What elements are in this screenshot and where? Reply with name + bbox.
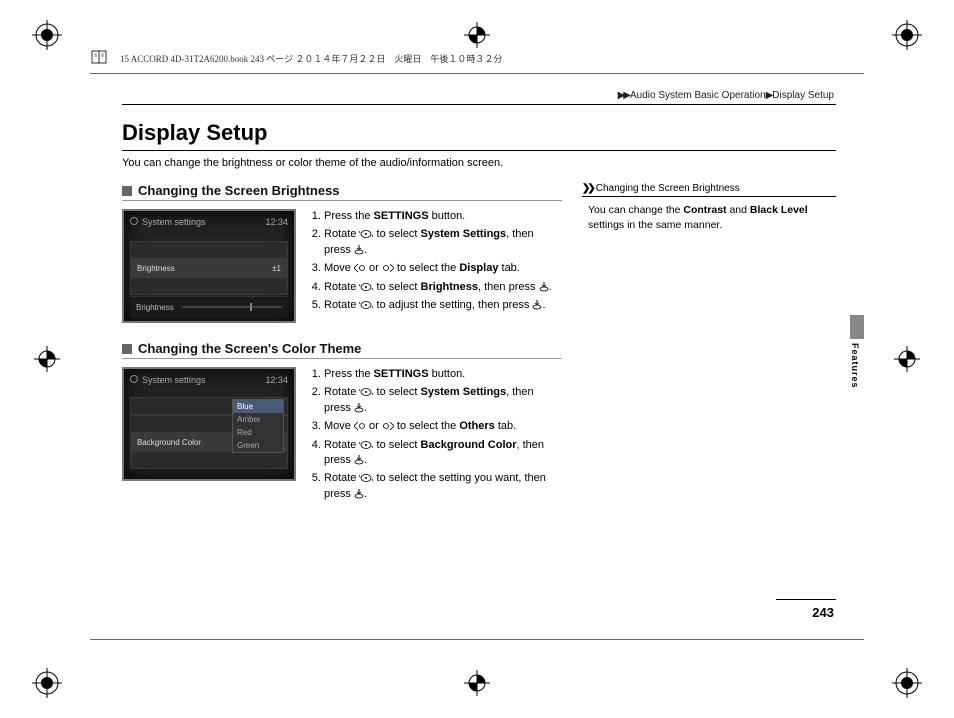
breadcrumb: ▶▶Audio System Basic Operation▶Display S… <box>618 90 834 101</box>
sidenote-heading-text: Changing the Screen Brightness <box>596 183 740 194</box>
rotate-dial-icon <box>359 473 373 483</box>
square-bullet-icon <box>122 344 132 354</box>
rotate-dial-icon <box>359 282 373 292</box>
title-rule <box>122 150 836 151</box>
crop-mark <box>32 344 62 374</box>
step-item: Rotate to select the setting you want, t… <box>324 471 562 502</box>
page-number-rule <box>776 599 836 600</box>
popup-option: Green <box>233 439 283 452</box>
crop-mark <box>892 20 922 50</box>
breadcrumb-rule <box>122 104 836 105</box>
chevron-right-icon: ▶▶ <box>618 90 629 101</box>
crop-mark <box>892 344 922 374</box>
screen-title: System settings <box>142 375 206 385</box>
square-bullet-icon <box>122 186 132 196</box>
popup-option: Red <box>233 426 283 439</box>
press-dial-icon <box>354 403 364 413</box>
step-item: Press the SETTINGS button. <box>324 209 562 224</box>
rotate-dial-icon <box>359 300 373 310</box>
screen-popup: Blue Amber Red Green <box>232 399 284 453</box>
page-number: 243 <box>812 605 834 620</box>
press-dial-icon <box>532 300 542 310</box>
steps-brightness: Press the SETTINGS button. Rotate to sel… <box>308 209 562 323</box>
step-item: Rotate to select Background Color, then … <box>324 438 562 469</box>
popup-option: Blue <box>233 400 283 413</box>
intro-text: You can change the brightness or color t… <box>122 157 836 169</box>
step-item: Rotate to select System Settings, then p… <box>324 227 562 258</box>
screen-row <box>130 451 288 469</box>
screen-title: System settings <box>142 217 206 227</box>
step-item: Move or to select the Display tab. <box>324 261 562 276</box>
step-item: Rotate to select Brightness, then press … <box>324 280 562 295</box>
crop-mark <box>892 668 922 698</box>
screen-row <box>130 241 288 259</box>
press-dial-icon <box>539 282 549 292</box>
crop-mark <box>32 20 62 50</box>
screen-footer: Brightness <box>130 296 288 317</box>
rotate-dial-icon <box>359 387 373 397</box>
page-title: Display Setup <box>122 120 836 146</box>
bottom-rule <box>90 639 864 640</box>
screen-clock: 12:34 <box>265 375 288 385</box>
screenshot-brightness: System settings 12:34 Brightness±1 Bright… <box>122 209 296 323</box>
crop-mark <box>462 668 492 698</box>
rotate-dial-icon <box>359 440 373 450</box>
move-left-icon <box>354 422 366 430</box>
print-header: 15 ACCORD 4D-31T2A6200.book 243 ページ ２０１４… <box>120 52 502 65</box>
sidenote-body: You can change the Contrast and Black Le… <box>582 203 836 232</box>
move-right-icon <box>382 264 394 272</box>
section-tab: Features <box>850 315 864 375</box>
move-right-icon <box>382 422 394 430</box>
popup-option: Amber <box>233 413 283 426</box>
rotate-dial-icon <box>359 229 373 239</box>
crop-mark <box>32 668 62 698</box>
screen-row <box>130 277 288 295</box>
step-item: Move or to select the Others tab. <box>324 419 562 434</box>
press-dial-icon <box>354 489 364 499</box>
step-item: Rotate to adjust the setting, then press… <box>324 298 562 313</box>
steps-color: Press the SETTINGS button. Rotate to sel… <box>308 367 562 505</box>
breadcrumb-section: Audio System Basic Operation <box>630 90 766 101</box>
double-chevron-icon: ❯❯ <box>582 183 593 194</box>
top-rule <box>90 73 864 74</box>
move-left-icon <box>354 264 366 272</box>
chevron-right-icon: ▶ <box>766 90 772 101</box>
step-item: Rotate to select System Settings, then p… <box>324 385 562 416</box>
screenshot-color: System settings12:34 Background Color Bl… <box>122 367 296 481</box>
tab-bar <box>850 315 864 339</box>
press-dial-icon <box>354 245 364 255</box>
section-heading-color: Changing the Screen's Color Theme <box>122 341 562 359</box>
sidenote-heading: ❯❯ Changing the Screen Brightness <box>582 183 836 197</box>
section-heading-text: Changing the Screen Brightness <box>138 183 340 198</box>
step-item: Press the SETTINGS button. <box>324 367 562 382</box>
section-heading-text: Changing the Screen's Color Theme <box>138 341 361 356</box>
press-dial-icon <box>354 455 364 465</box>
crop-mark <box>462 20 492 50</box>
screen-clock: 12:34 <box>265 217 288 227</box>
section-heading-brightness: Changing the Screen Brightness <box>122 183 562 201</box>
breadcrumb-page: Display Setup <box>772 90 834 101</box>
screen-row-selected: Brightness±1 <box>130 259 288 277</box>
header-book-icon <box>90 48 108 66</box>
tab-label: Features <box>850 343 860 389</box>
